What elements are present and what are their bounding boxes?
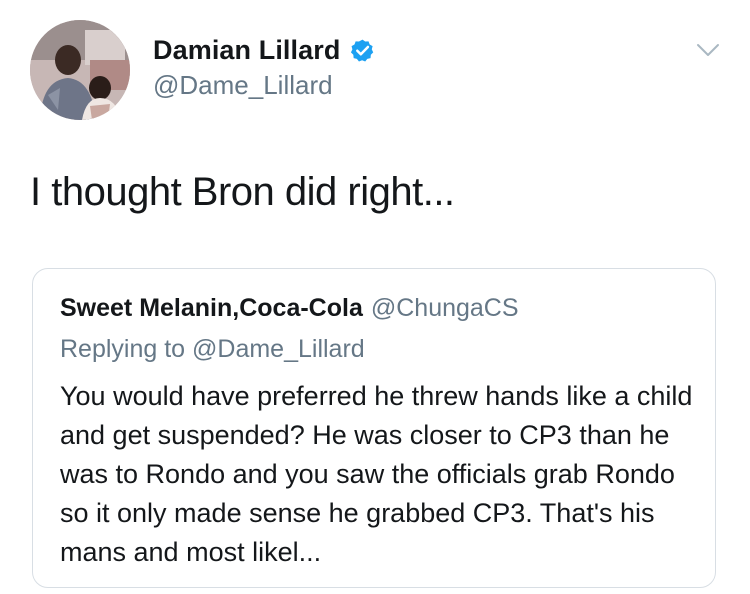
quoted-tweet-header: Sweet Melanin,Coca-Cola @ChungaCS: [60, 294, 519, 323]
avatar[interactable]: [30, 20, 130, 120]
quoted-tweet-card[interactable]: Sweet Melanin,Coca-Cola @ChungaCS Replyin…: [32, 268, 716, 588]
quoted-handle: @ChungaCS: [370, 294, 519, 322]
author-name-row[interactable]: Damian Lillard: [153, 33, 375, 67]
chevron-down-icon[interactable]: [696, 42, 720, 58]
author-display-name[interactable]: Damian Lillard: [153, 35, 340, 66]
quoted-display-name: Sweet Melanin,Coca-Cola: [60, 294, 363, 322]
profile-photo: [30, 20, 130, 120]
tweet-text: I thought Bron did right...: [30, 170, 455, 214]
author-handle[interactable]: @Dame_Lillard: [153, 70, 333, 101]
tweet: Damian Lillard @Dame_Lillard I thought B…: [0, 0, 750, 594]
quoted-tweet-text: You would have preferred he threw hands …: [60, 381, 693, 567]
quoted-replying-to: Replying to @Dame_Lillard: [60, 335, 365, 363]
verified-badge-icon: [351, 39, 374, 61]
